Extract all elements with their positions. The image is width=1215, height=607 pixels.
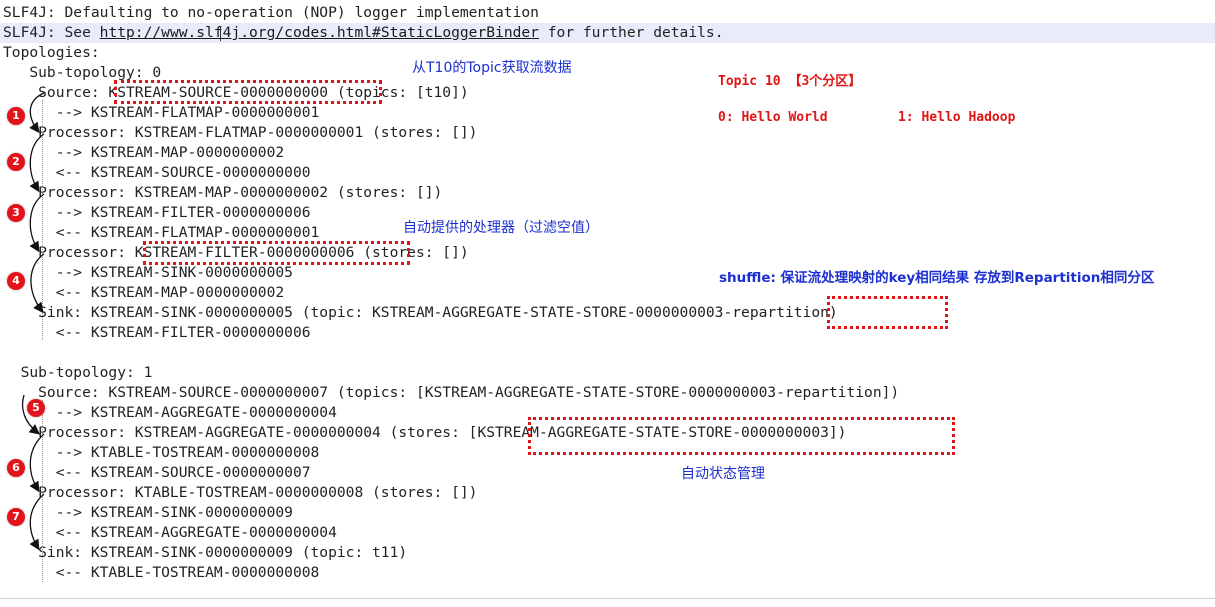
- step-badge-2: 2: [7, 153, 25, 171]
- flow-arrow: [29, 92, 45, 134]
- partition-0-label: 0: Hello World: [718, 110, 828, 125]
- flow-arrow: [29, 133, 45, 193]
- topic-title: Topic 10 【3个分区】: [718, 74, 862, 89]
- partition-1-label: 1: Hello Hadoop: [898, 110, 1016, 125]
- highlight-state-store-box: [528, 417, 955, 455]
- step-badge-5: 5: [27, 399, 45, 417]
- step-badge-7: 7: [7, 508, 25, 526]
- auto-processor-note: 自动提供的处理器（过滤空值）: [403, 220, 599, 236]
- highlight-source-box: [114, 80, 382, 104]
- topic-source-note: 从T10的Topic获取流数据: [412, 60, 572, 76]
- step-badge-1: 1: [7, 107, 25, 125]
- highlight-filter-box: [143, 241, 410, 265]
- flow-arrow: [29, 193, 45, 253]
- step-badge-6: 6: [7, 459, 25, 477]
- flow-arrow: [29, 493, 45, 551]
- step-badge-3: 3: [7, 204, 25, 222]
- step-badge-4: 4: [7, 272, 25, 290]
- state-management-note: 自动状态管理: [681, 466, 765, 482]
- highlight-repartition-box: [827, 296, 948, 329]
- shuffle-note: shuffle: 保证流处理映射的key相同结果 存放到Repartition相…: [719, 270, 1155, 286]
- flow-arrow: [29, 433, 45, 493]
- text-cursor: [220, 26, 221, 41]
- flow-arrow: [30, 253, 45, 314]
